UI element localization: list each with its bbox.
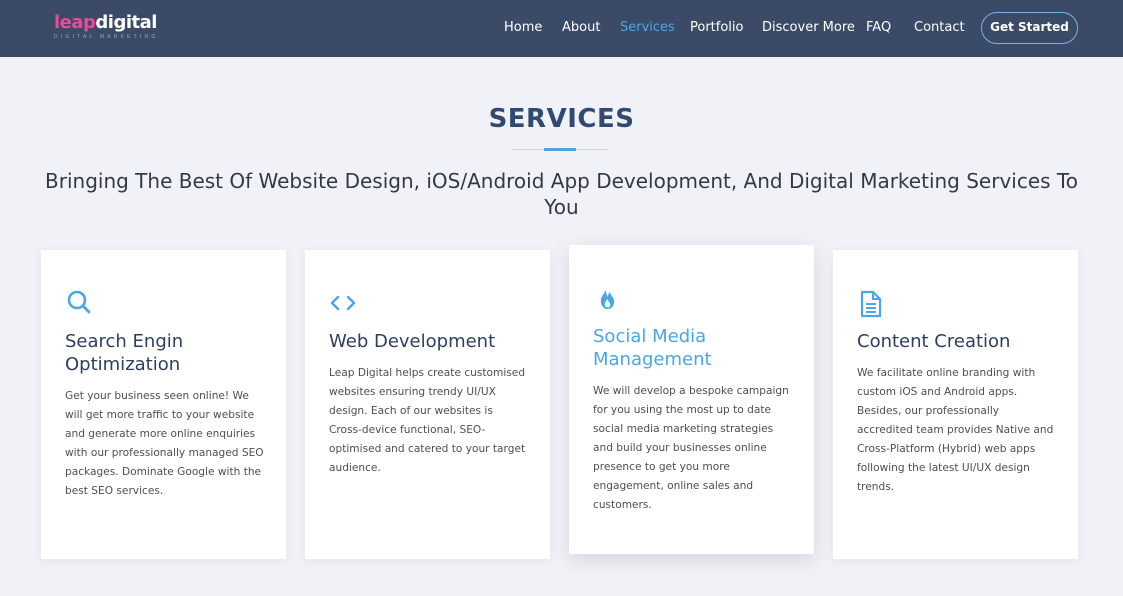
code-icon [329, 290, 357, 318]
top-navbar: leapdigital DIGITAL MARKETING Home About… [0, 0, 1123, 57]
card-description: Get your business seen online! We will g… [65, 390, 264, 497]
fire-icon [593, 285, 621, 313]
logo-wordmark: leapdigital [54, 14, 158, 32]
section-subtitle: Bringing The Best Of Website Design, iOS… [45, 169, 1078, 219]
nav-contact[interactable]: Contact [914, 20, 965, 35]
service-card-content-creation[interactable]: Content Creation We facilitate online br… [833, 250, 1078, 559]
card-title: Content Creation [857, 331, 1011, 352]
nav-home[interactable]: Home [504, 20, 542, 35]
card-description: We will develop a bespoke campaign for y… [593, 385, 789, 511]
card-title: Web Development [329, 331, 496, 352]
card-description: We facilitate online branding with custo… [857, 367, 1054, 493]
card-title: Search Engin Optimization [65, 331, 184, 375]
service-card-web-development[interactable]: Web Development Leap Digital helps creat… [305, 250, 550, 559]
service-card-social-media[interactable]: Social Media Management We will develop … [569, 245, 814, 554]
nav-portfolio[interactable]: Portfolio [690, 20, 743, 35]
leap-digital-logo[interactable]: leapdigital DIGITAL MARKETING [54, 14, 159, 41]
nav-discover-more[interactable]: Discover More [762, 20, 855, 35]
title-divider-accent [544, 148, 576, 151]
search-icon [65, 288, 93, 316]
card-description: Leap Digital helps create customised web… [329, 367, 526, 474]
service-card-seo[interactable]: Search Engin Optimization Get your busin… [41, 250, 286, 559]
card-title: Social Media Management [593, 326, 712, 370]
get-started-button[interactable]: Get Started [981, 12, 1078, 44]
nav-about[interactable]: About [562, 20, 600, 35]
section-title: SERVICES [488, 104, 635, 134]
logo-leap-text: leap [54, 12, 96, 33]
nav-services[interactable]: Services [620, 20, 675, 35]
document-icon [857, 290, 885, 318]
logo-tagline: DIGITAL MARKETING [54, 34, 159, 40]
logo-digital-text: digital [95, 12, 157, 33]
nav-faq[interactable]: FAQ [866, 20, 891, 35]
